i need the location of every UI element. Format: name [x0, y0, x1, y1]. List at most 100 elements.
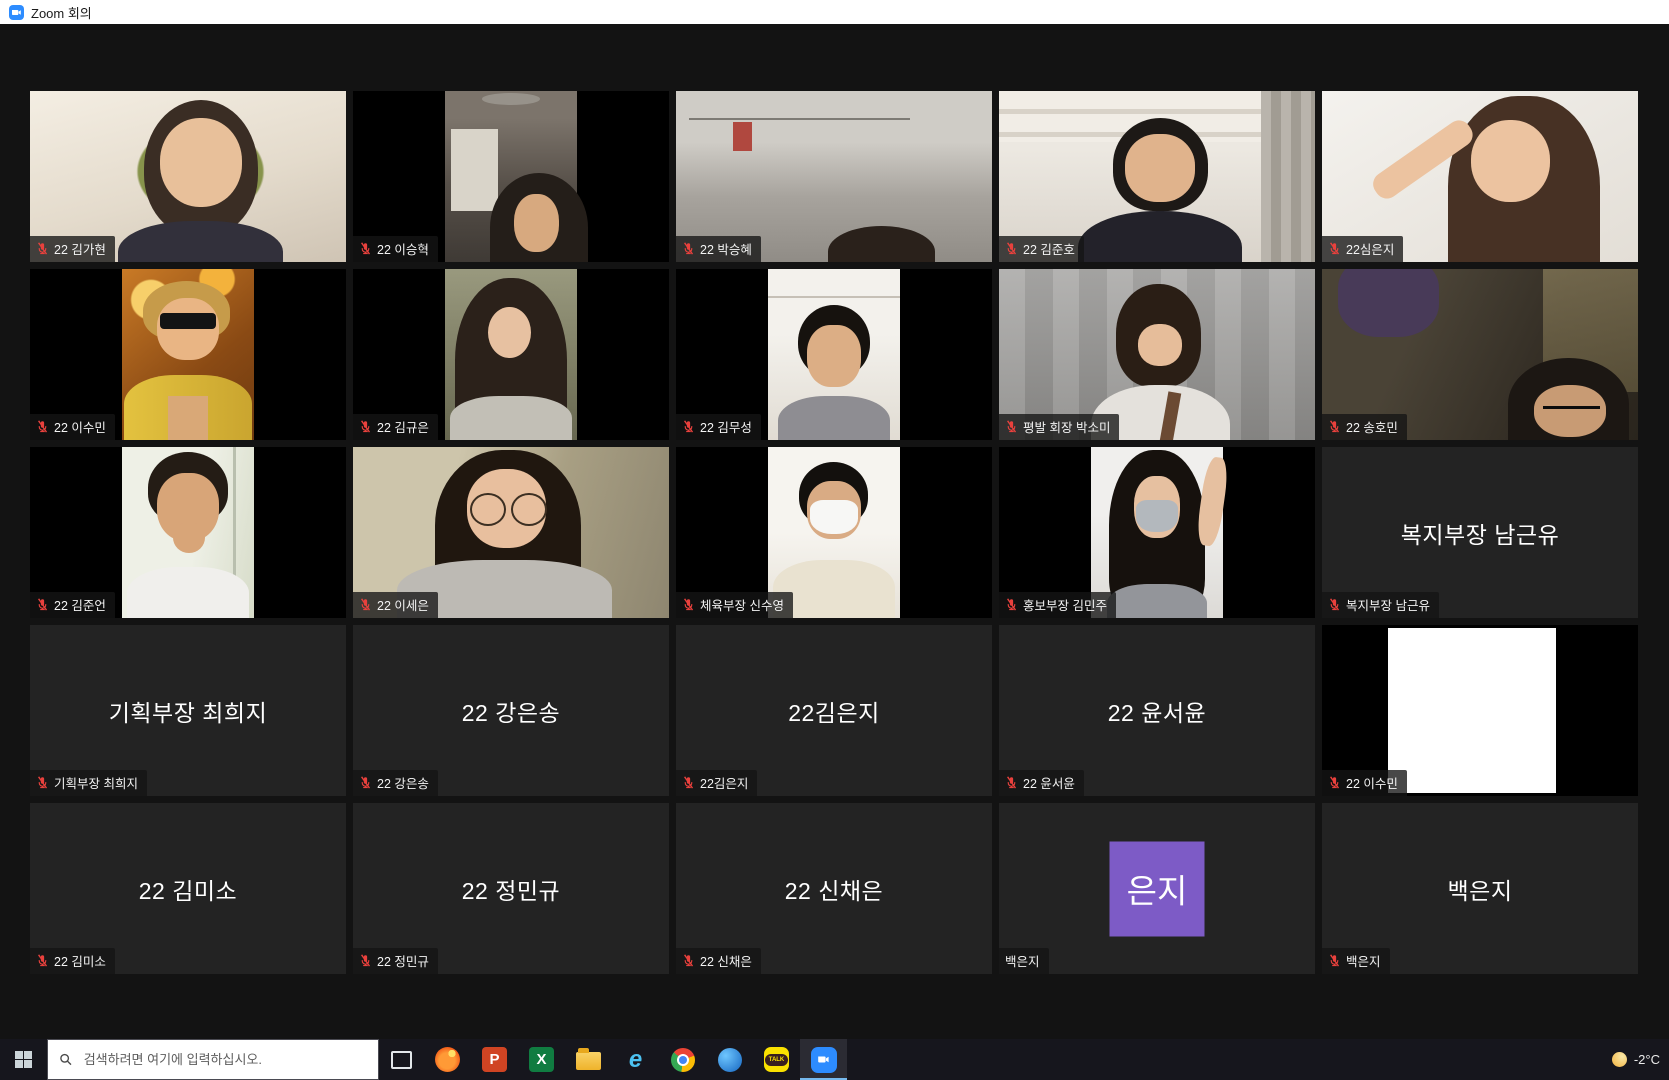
search-input[interactable] [82, 1051, 367, 1068]
participant-name: 22 박승혜 [700, 239, 752, 258]
participant-nameplate: 22 박승혜 [676, 236, 761, 262]
participant-nameplate: 22 강은송 [353, 770, 438, 796]
taskbar-app-kakaotalk[interactable]: TALK [753, 1039, 800, 1080]
participant-tile[interactable]: 22 김가현 [30, 91, 346, 262]
participant-nameplate: 22 송호민 [1322, 414, 1407, 440]
participant-nameplate: 체육부장 신수영 [676, 592, 793, 618]
participant-tile[interactable]: 22김은지 22김은지 [676, 625, 992, 796]
participant-name: 22 김규은 [377, 417, 429, 436]
search-icon [59, 1052, 73, 1067]
taskbar-search[interactable] [47, 1039, 379, 1080]
mic-muted-icon [1328, 242, 1341, 255]
participant-tile[interactable]: 22 김미소 22 김미소 [30, 803, 346, 974]
participant-tile[interactable]: 22 이세은 [353, 447, 669, 618]
participant-tile[interactable]: 복지부장 남근유 복지부장 남근유 [1322, 447, 1638, 618]
participant-tile[interactable]: 기획부장 최희지 기획부장 최희지 [30, 625, 346, 796]
mic-muted-icon [36, 242, 49, 255]
participant-name: 22김은지 [700, 773, 748, 792]
white-video-feed [1388, 628, 1555, 793]
participant-tile[interactable]: 22 신채은 22 신채은 [676, 803, 992, 974]
participant-video [122, 447, 255, 618]
participant-name: 22심은지 [1346, 239, 1394, 258]
powerpoint-icon: P [482, 1047, 507, 1072]
participant-tile[interactable]: 22 이승혁 [353, 91, 669, 262]
mic-muted-icon [1005, 420, 1018, 433]
weather-temperature: -2°C [1634, 1052, 1660, 1067]
participant-nameplate: 백은지 [1322, 948, 1390, 974]
participant-tile[interactable]: 백은지 백은지 [1322, 803, 1638, 974]
participant-tile[interactable]: 22 박승혜 [676, 91, 992, 262]
participant-tile[interactable]: 은지 백은지 [999, 803, 1315, 974]
internet-explorer-icon: e [629, 1048, 642, 1072]
taskbar-app-excel[interactable]: X [518, 1039, 565, 1080]
task-view-icon [391, 1051, 412, 1069]
participant-nameplate: 백은지 [999, 948, 1049, 974]
participant-video [768, 269, 901, 440]
chrome-icon [671, 1048, 695, 1072]
participant-tile[interactable]: 22 김준호 [999, 91, 1315, 262]
taskbar-app-blue[interactable] [706, 1039, 753, 1080]
participant-gallery: 22 김가현 22 이승혁 22 박승혜 22 김준호 22심은지 [30, 91, 1638, 974]
participant-tile[interactable]: 22 이수민 [30, 269, 346, 440]
participant-tile[interactable]: 22 윤서윤 22 윤서윤 [999, 625, 1315, 796]
mic-muted-icon [36, 598, 49, 611]
participant-tile[interactable]: 22심은지 [1322, 91, 1638, 262]
participant-name: 22 윤서윤 [1023, 773, 1075, 792]
zoom-camera-icon [811, 1047, 837, 1073]
firefox-icon [435, 1047, 460, 1072]
participant-nameplate: 22 이세은 [353, 592, 438, 618]
participant-name: 22 송호민 [1346, 417, 1398, 436]
participant-nameplate: 22 김준호 [999, 236, 1084, 262]
participant-name: 22 이수민 [54, 417, 106, 436]
mic-muted-icon [682, 598, 695, 611]
participant-name: 22 김준언 [54, 595, 106, 614]
participant-tile[interactable]: 평발 회장 박소미 [999, 269, 1315, 440]
participant-tile[interactable]: 22 송호민 [1322, 269, 1638, 440]
participant-name: 22 김무성 [700, 417, 752, 436]
participant-video [445, 269, 578, 440]
participant-name: 22 김준호 [1023, 239, 1075, 258]
participant-tile[interactable]: 22 김준언 [30, 447, 346, 618]
taskbar-app-file-explorer[interactable] [565, 1039, 612, 1080]
participant-name: 22 이세은 [377, 595, 429, 614]
avatar: 은지 [1110, 841, 1205, 936]
window-title: Zoom 회의 [31, 3, 92, 22]
participant-name: 22 신채은 [700, 951, 752, 970]
participant-nameplate: 22 김준언 [30, 592, 115, 618]
participant-tile[interactable]: 22 김무성 [676, 269, 992, 440]
start-button[interactable] [0, 1039, 47, 1080]
mic-muted-icon [359, 598, 372, 611]
taskbar-app-powerpoint[interactable]: P [471, 1039, 518, 1080]
taskbar-app-zoom[interactable] [800, 1039, 847, 1080]
participant-nameplate: 22 김규은 [353, 414, 438, 440]
participant-name: 체육부장 신수영 [700, 595, 784, 614]
mic-muted-icon [359, 776, 372, 789]
mic-muted-icon [36, 420, 49, 433]
taskbar-weather[interactable]: -2°C [1612, 1039, 1660, 1080]
excel-icon: X [529, 1047, 554, 1072]
kakaotalk-icon: TALK [764, 1047, 789, 1072]
participant-tile[interactable]: 체육부장 신수영 [676, 447, 992, 618]
participant-tile[interactable]: 22 김규은 [353, 269, 669, 440]
taskbar-app-firefox[interactable] [424, 1039, 471, 1080]
participant-name: 복지부장 남근유 [1346, 595, 1430, 614]
mic-muted-icon [1005, 598, 1018, 611]
participant-video [122, 269, 255, 440]
taskbar-app-chrome[interactable] [659, 1039, 706, 1080]
participant-tile[interactable]: 홍보부장 김민주 [999, 447, 1315, 618]
mic-muted-icon [682, 242, 695, 255]
participant-tile[interactable]: 22 강은송 22 강은송 [353, 625, 669, 796]
kakaotalk-label: TALK [765, 1054, 789, 1066]
participant-name: 22 정민규 [377, 951, 429, 970]
participant-nameplate: 22 이수민 [1322, 770, 1407, 796]
participant-nameplate: 22 김무성 [676, 414, 761, 440]
blue-app-icon [718, 1048, 742, 1072]
mic-muted-icon [1005, 242, 1018, 255]
taskbar-app-internet-explorer[interactable]: e [612, 1039, 659, 1080]
task-view-button[interactable] [379, 1039, 424, 1080]
mic-muted-icon [1328, 954, 1341, 967]
participant-tile[interactable]: 22 정민규 22 정민규 [353, 803, 669, 974]
participant-tile[interactable]: 22 이수민 [1322, 625, 1638, 796]
participant-nameplate: 22김은지 [676, 770, 757, 796]
mic-muted-icon [359, 954, 372, 967]
